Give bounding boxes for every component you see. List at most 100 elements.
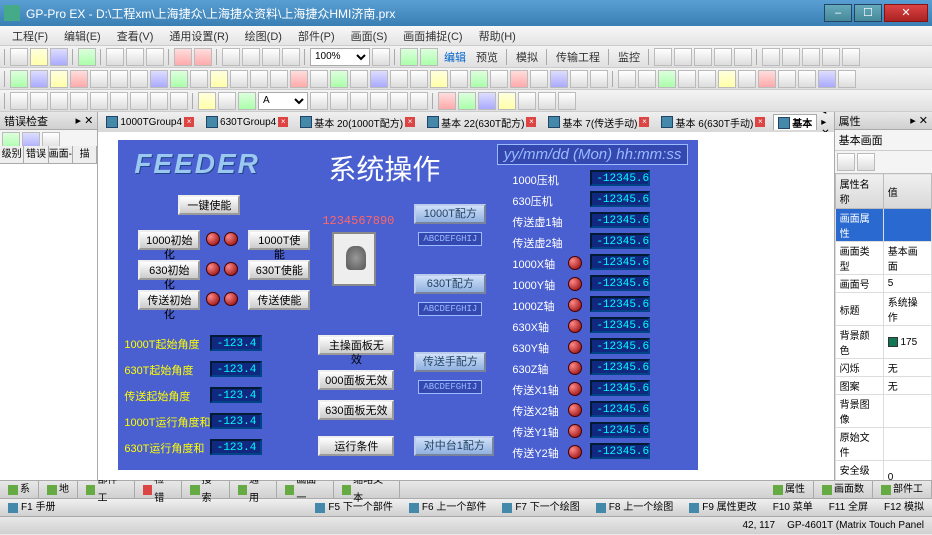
tb-btn[interactable] bbox=[10, 92, 28, 110]
axis-value[interactable]: -12345.6 bbox=[590, 422, 650, 438]
tb-btn[interactable] bbox=[210, 70, 228, 88]
tb-btn[interactable] bbox=[390, 70, 408, 88]
tb-btn[interactable] bbox=[70, 92, 88, 110]
doctab[interactable]: 630TGroup4× bbox=[202, 116, 292, 128]
close-tab-icon[interactable]: × bbox=[184, 117, 194, 127]
tb-bold-icon[interactable] bbox=[310, 92, 328, 110]
tb-copy-icon[interactable] bbox=[126, 48, 144, 66]
btn-1000-init[interactable]: 1000初始化 bbox=[138, 230, 200, 250]
menu-capture[interactable]: 画面捕捉(C) bbox=[395, 28, 470, 44]
tb-btn[interactable] bbox=[150, 92, 168, 110]
axis-value[interactable]: -12345.6 bbox=[590, 275, 650, 291]
tb-btn[interactable] bbox=[50, 92, 68, 110]
doctab[interactable]: 1000TGroup4× bbox=[102, 116, 198, 128]
tb-btn[interactable] bbox=[590, 70, 608, 88]
btn-center1-recipe[interactable]: 对中台1配方 bbox=[414, 436, 494, 456]
tb-btn[interactable] bbox=[190, 70, 208, 88]
tb-btn[interactable] bbox=[438, 92, 456, 110]
tb-btn[interactable] bbox=[714, 48, 732, 66]
btn-630t-recipe[interactable]: 630T配方 bbox=[414, 274, 486, 294]
close-tab-icon[interactable]: × bbox=[278, 117, 288, 127]
btab[interactable]: 系 bbox=[0, 481, 39, 498]
tb-btn[interactable] bbox=[758, 70, 776, 88]
errtab-num[interactable]: 错误编号 bbox=[24, 146, 48, 163]
btn-1000t-enable[interactable]: 1000T使能 bbox=[248, 230, 310, 250]
tb-btn[interactable] bbox=[50, 70, 68, 88]
menu-screen[interactable]: 画面(S) bbox=[343, 28, 396, 44]
tb-btn[interactable] bbox=[550, 70, 568, 88]
fn-f10[interactable]: F10 菜单 bbox=[765, 499, 821, 516]
axis-value[interactable]: -12345.6 bbox=[590, 443, 650, 459]
prop-value[interactable]: 175 bbox=[883, 326, 931, 359]
canvas[interactable]: FEEDER 系统操作 yy/mm/dd (Mon) hh:mm:ss 一键使能… bbox=[98, 132, 833, 480]
tb-cut-icon[interactable] bbox=[106, 48, 124, 66]
tb-italic-icon[interactable] bbox=[330, 92, 348, 110]
btn-conveyor-recipe[interactable]: 传送手配方 bbox=[414, 352, 486, 372]
tb-btn[interactable] bbox=[678, 70, 696, 88]
mode-monitor[interactable]: 监控 bbox=[614, 49, 644, 65]
btab[interactable]: 通用 bbox=[230, 481, 277, 498]
tb-redo-icon[interactable] bbox=[194, 48, 212, 66]
axis-value[interactable]: -12345.6 bbox=[590, 170, 650, 186]
tb-btn[interactable] bbox=[222, 48, 240, 66]
minimize-button[interactable]: – bbox=[824, 4, 852, 22]
errtab-desc[interactable]: 描 bbox=[73, 146, 97, 163]
tb-btn[interactable] bbox=[250, 70, 268, 88]
tb-btn[interactable] bbox=[90, 92, 108, 110]
tb-btn[interactable] bbox=[498, 92, 516, 110]
btn-mainpanel-off[interactable]: 主操面板无效 bbox=[318, 335, 394, 355]
expand-icon[interactable] bbox=[837, 153, 855, 171]
btab[interactable]: 缩略文本 bbox=[334, 481, 400, 498]
tb-btn[interactable] bbox=[782, 48, 800, 66]
fn-f9[interactable]: F9 属性更改 bbox=[681, 499, 764, 516]
fld-conv-startang[interactable]: -123.4 bbox=[210, 387, 262, 403]
errtab-pos[interactable]: 画面-位置 bbox=[49, 146, 73, 163]
axis-value[interactable]: -12345.6 bbox=[590, 296, 650, 312]
doctab[interactable]: 基本 6(630T手动)× bbox=[657, 115, 769, 130]
mode-edit[interactable]: 编辑 bbox=[440, 49, 470, 65]
close-tab-icon[interactable]: × bbox=[639, 117, 649, 127]
tb-btn[interactable] bbox=[558, 92, 576, 110]
btn-conveyor-enable[interactable]: 传送使能 bbox=[248, 290, 310, 310]
axis-value[interactable]: -12345.6 bbox=[590, 254, 650, 270]
axis-value[interactable]: -12345.6 bbox=[590, 191, 650, 207]
prop-value[interactable]: 系统操作 bbox=[883, 293, 931, 326]
tb-btn[interactable] bbox=[70, 70, 88, 88]
prop-value[interactable]: 基本画面 bbox=[883, 242, 931, 275]
tb-btn[interactable] bbox=[410, 92, 428, 110]
doctab-active[interactable]: 基本 bbox=[773, 114, 817, 130]
panel-close-icon[interactable]: ▸ ✕ bbox=[76, 114, 94, 127]
tb-btn[interactable] bbox=[638, 70, 656, 88]
btab[interactable]: 属性 bbox=[765, 481, 814, 498]
tb-btn[interactable] bbox=[738, 70, 756, 88]
tb-btn[interactable] bbox=[530, 70, 548, 88]
tb-btn[interactable] bbox=[400, 48, 418, 66]
prop-value[interactable]: 0 bbox=[883, 461, 931, 481]
tb-undo-icon[interactable] bbox=[174, 48, 192, 66]
close-tab-icon[interactable]: × bbox=[755, 117, 765, 127]
close-tab-icon[interactable]: × bbox=[526, 117, 536, 127]
tb-btn[interactable] bbox=[802, 48, 820, 66]
tb-btn[interactable] bbox=[390, 92, 408, 110]
close-button[interactable]: ✕ bbox=[884, 4, 928, 22]
btn-run-cond[interactable]: 运行条件 bbox=[318, 436, 394, 456]
tb-btn[interactable] bbox=[130, 70, 148, 88]
errtab-level[interactable]: 级别 bbox=[0, 146, 24, 163]
prop-name[interactable]: 闪烁 bbox=[835, 359, 883, 377]
tb-btn[interactable] bbox=[658, 70, 676, 88]
tb-btn[interactable] bbox=[350, 92, 368, 110]
tb-new-icon[interactable] bbox=[10, 48, 28, 66]
tb-btn[interactable] bbox=[570, 70, 588, 88]
panel-close-icon[interactable]: ▸ ✕ bbox=[910, 114, 928, 127]
menu-help[interactable]: 帮助(H) bbox=[471, 28, 524, 44]
menu-parts[interactable]: 部件(P) bbox=[290, 28, 343, 44]
tb-btn[interactable] bbox=[674, 48, 692, 66]
menu-edit[interactable]: 编辑(E) bbox=[56, 28, 109, 44]
font-select[interactable]: A bbox=[258, 92, 308, 110]
tb-btn[interactable] bbox=[238, 92, 256, 110]
tb-btn[interactable] bbox=[150, 70, 168, 88]
btab[interactable]: 地 bbox=[39, 481, 78, 498]
prop-value[interactable] bbox=[883, 428, 931, 461]
tb-btn[interactable] bbox=[762, 48, 780, 66]
tb-btn[interactable] bbox=[430, 70, 448, 88]
